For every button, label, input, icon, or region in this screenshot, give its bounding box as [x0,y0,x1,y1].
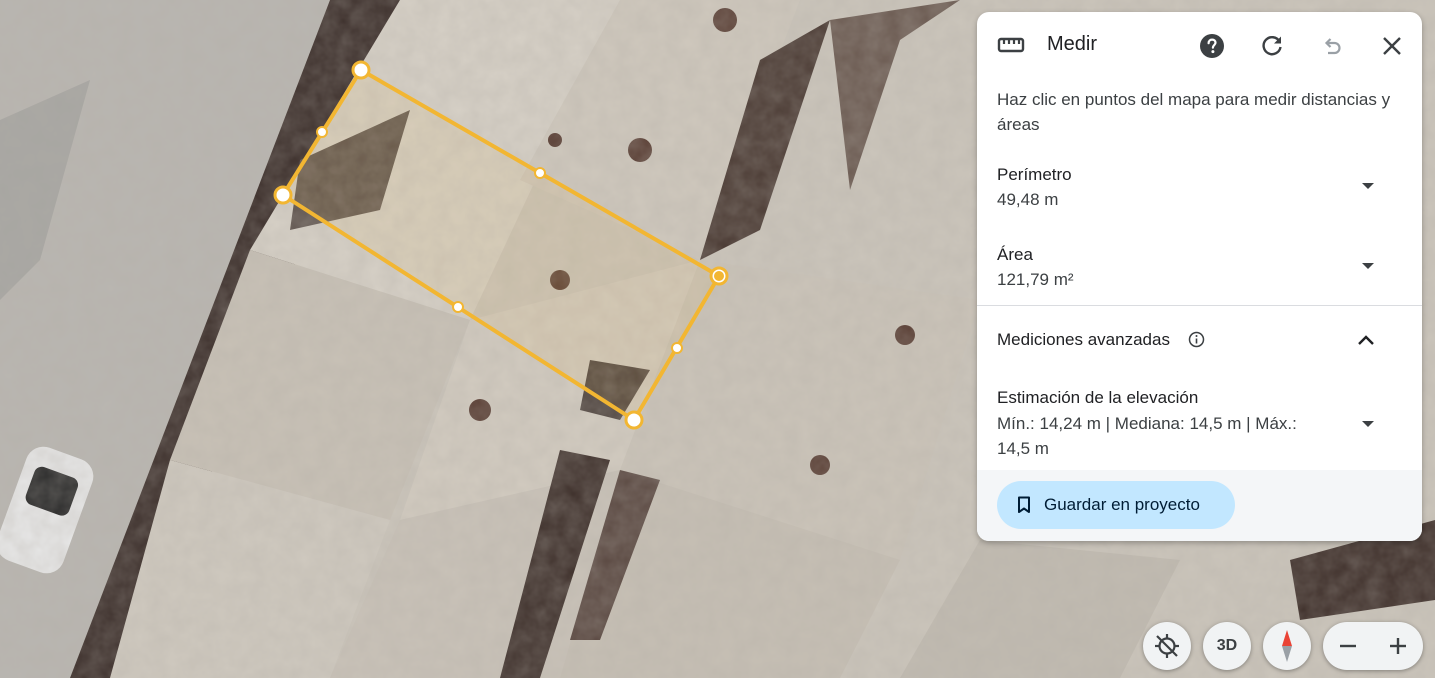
perimeter-row[interactable]: Perímetro 49,48 m [977,163,1422,223]
zoom-out-button[interactable] [1323,622,1373,670]
chevron-down-icon [1362,421,1374,427]
3d-toggle-button[interactable]: 3D [1203,622,1251,670]
vertex-handle [351,60,371,80]
help-button[interactable] [1196,30,1228,62]
instructions-text: Haz clic en puntos del mapa para medir d… [997,90,1391,134]
midpoint-handle [316,126,328,138]
close-button[interactable] [1376,30,1408,62]
midpoint-handle [534,167,546,179]
area-value: 121,79 m² [997,270,1074,289]
chevron-down-icon [1362,263,1374,269]
elevation-value: Mín.: 14,24 m | Mediana: 14,5 m | Máx.: … [997,414,1297,458]
perimeter-value: 49,48 m [997,190,1059,209]
area-label: Área [997,245,1033,264]
advanced-measurements-label: Mediciones avanzadas [997,330,1170,349]
panel-footer: Guardar en proyecto [977,470,1422,541]
plus-icon [1390,638,1406,654]
chevron-up-icon [1358,335,1374,345]
help-icon [1200,34,1224,58]
save-to-project-label: Guardar en proyecto [1044,495,1200,514]
save-to-project-button[interactable]: Guardar en proyecto [997,481,1235,529]
perimeter-label: Perímetro [997,165,1072,184]
zoom-control [1323,622,1423,670]
compass-button[interactable] [1263,622,1311,670]
panel-title: Medir [1047,33,1098,55]
refresh-icon [1262,36,1282,56]
ruler-icon [997,37,1025,53]
reset-button[interactable] [1256,30,1288,62]
measure-panel: Medir Haz clic en puntos del mapa para m… [977,12,1422,541]
elevation-row[interactable]: Estimación de la elevación Mín.: 14,24 m… [977,386,1422,466]
panel-header: Medir [977,12,1422,78]
undo-button[interactable] [1316,30,1348,62]
undo-icon [1324,38,1341,55]
midpoint-handle [452,301,464,313]
minus-icon [1340,644,1356,648]
midpoint-handle [671,342,683,354]
location-button[interactable] [1143,622,1191,670]
compass-icon [1282,630,1292,662]
close-icon [1383,37,1401,55]
divider [977,305,1422,306]
zoom-in-button[interactable] [1373,622,1423,670]
bookmark-icon [1018,496,1030,513]
vertex-handle [273,185,293,205]
chevron-down-icon [1362,183,1374,189]
elevation-label: Estimación de la elevación [997,388,1199,407]
area-row[interactable]: Área 121,79 m² [977,243,1422,303]
vertex-handle [624,410,644,430]
info-icon[interactable] [1188,331,1205,348]
location-off-icon [1155,634,1179,658]
advanced-measurements-toggle[interactable]: Mediciones avanzadas [977,327,1422,357]
